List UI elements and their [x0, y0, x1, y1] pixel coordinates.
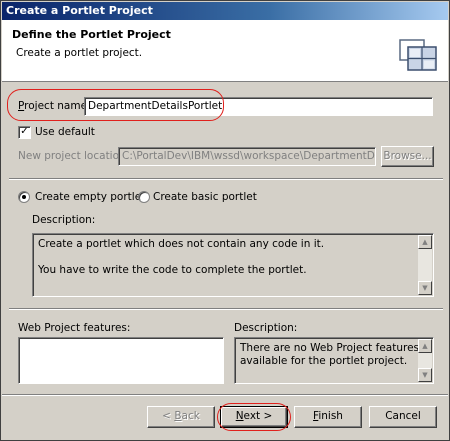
create-empty-portlet-radio[interactable]	[18, 191, 30, 203]
web-features-label: Web Project features:	[18, 322, 131, 334]
browse-button[interactable]: Browse...	[381, 146, 434, 167]
wizard-header: Define the Portlet Project Create a port…	[2, 20, 448, 82]
use-default-checkbox[interactable]: ✓	[18, 126, 31, 139]
next-button-highlight	[217, 403, 291, 431]
create-basic-portlet-radio[interactable]	[138, 191, 150, 203]
cancel-button[interactable]: Cancel	[369, 406, 437, 428]
window-title: Create a Portlet Project	[6, 4, 153, 17]
use-default-label: Use default	[35, 126, 95, 138]
header-description: Create a portlet project.	[16, 47, 143, 59]
web-features-description-textarea[interactable]: There are no Web Project features availa…	[234, 337, 434, 384]
scroll-down-icon[interactable]: ▼	[418, 281, 432, 295]
web-features-description-text: There are no Web Project features availa…	[240, 342, 420, 367]
create-empty-portlet-label: Create empty portlet	[35, 191, 146, 203]
scroll-up-icon[interactable]: ▲	[418, 235, 432, 249]
portlet-description-text: Create a portlet which does not contain …	[38, 238, 325, 276]
separator	[2, 394, 448, 396]
scroll-up-icon[interactable]: ▲	[418, 339, 432, 353]
back-button[interactable]: < Back	[147, 406, 215, 428]
finish-button[interactable]: Finish	[294, 406, 362, 428]
portlet-description-textarea[interactable]: Create a portlet which does not contain …	[32, 233, 434, 297]
scroll-down-icon[interactable]: ▼	[418, 368, 432, 382]
wizard-dialog: Create a Portlet Project Define the Port…	[0, 0, 450, 441]
create-basic-portlet-label: Create basic portlet	[153, 191, 257, 203]
description-scrollbar[interactable]: ▲ ▼	[418, 235, 432, 295]
project-location-input[interactable]: C:\PortalDev\IBM\wssd\workspace\Departme…	[118, 147, 376, 166]
portlet-wizard-icon	[399, 39, 437, 71]
project-name-highlight	[7, 89, 224, 121]
project-location-label: New project location:	[18, 150, 130, 162]
web-features-list[interactable]	[18, 337, 224, 384]
web-features-description-label: Description:	[234, 322, 298, 334]
portlet-description-label: Description:	[32, 214, 96, 226]
web-features-scrollbar[interactable]: ▲ ▼	[418, 339, 432, 382]
title-bar[interactable]: Create a Portlet Project	[2, 2, 448, 20]
header-title: Define the Portlet Project	[12, 28, 171, 41]
separator	[9, 308, 443, 310]
separator	[9, 178, 443, 180]
